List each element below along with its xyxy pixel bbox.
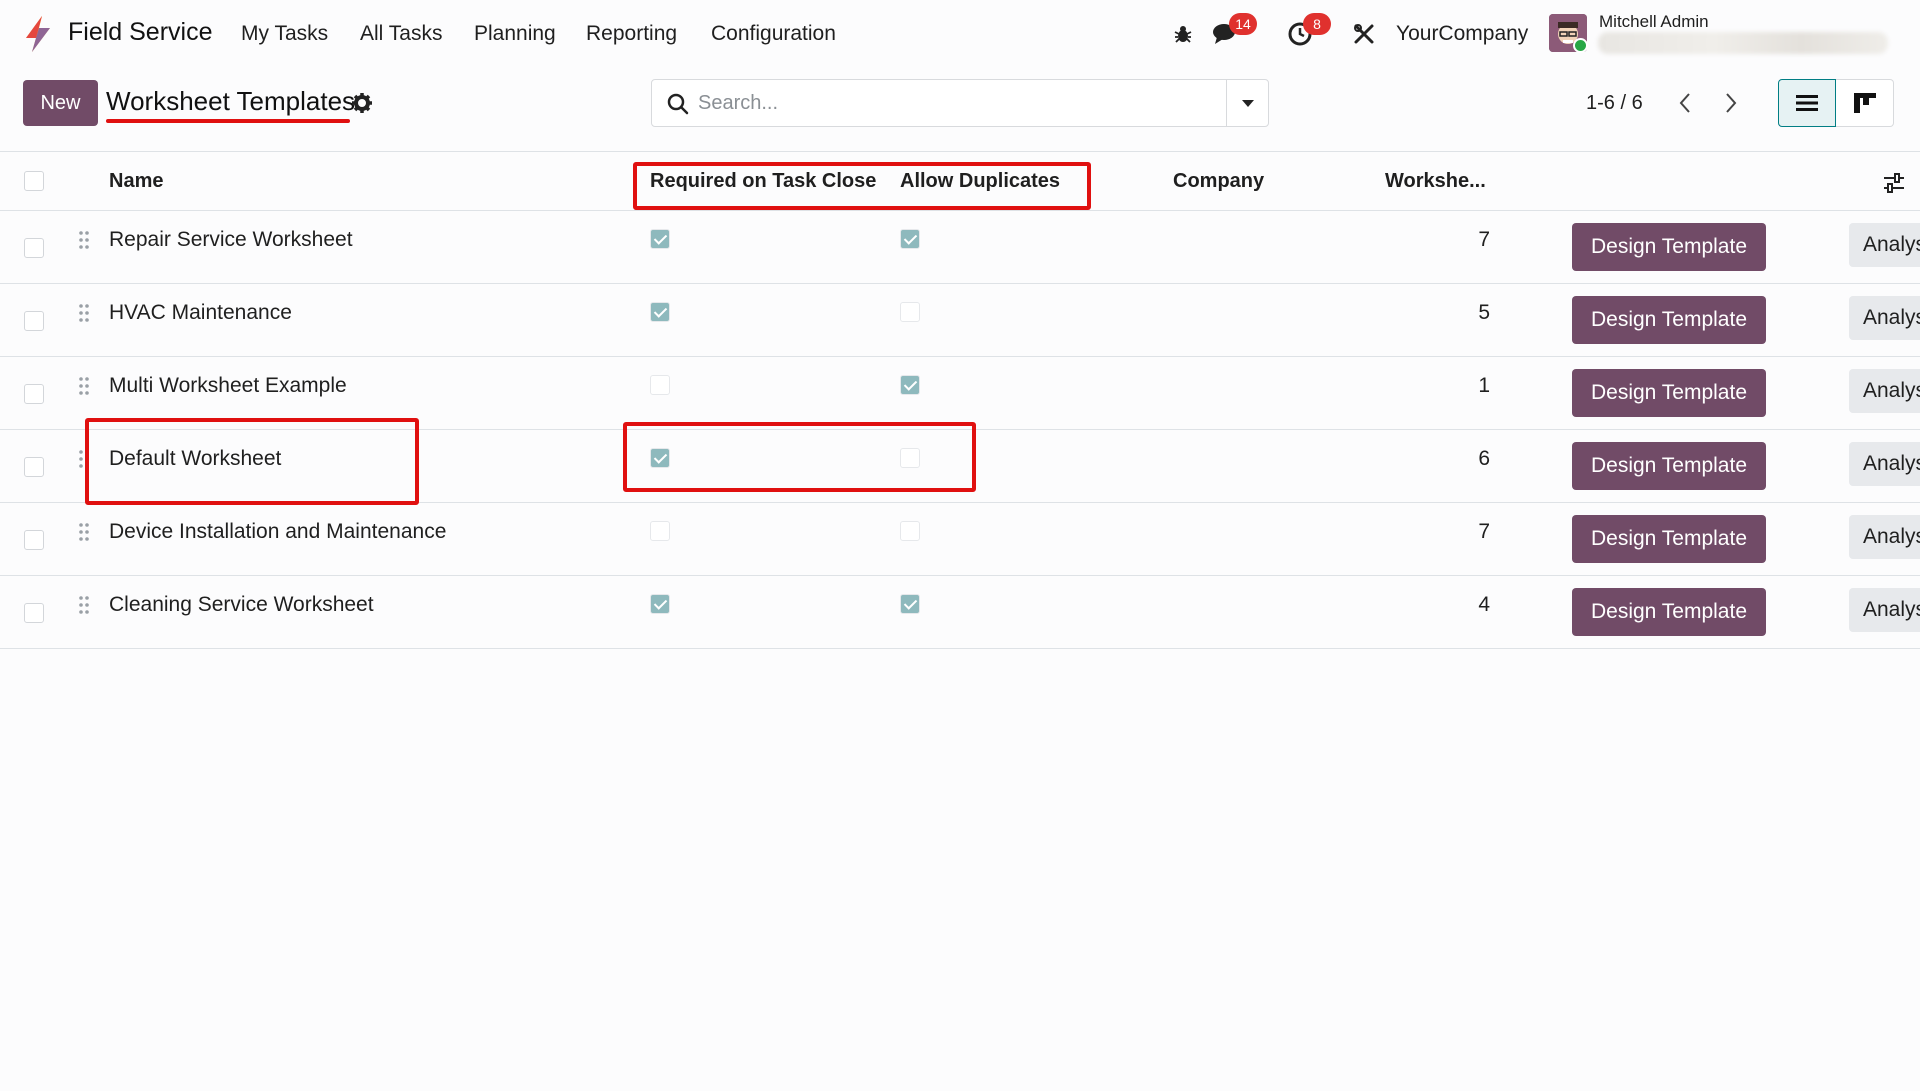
search-icon <box>667 93 689 115</box>
row-select-checkbox[interactable] <box>24 311 44 331</box>
worksheet-name[interactable]: Default Worksheet <box>109 447 281 471</box>
tools-icon[interactable] <box>1349 19 1379 49</box>
allow-duplicates-checkbox[interactable] <box>900 302 920 322</box>
row-select-checkbox[interactable] <box>24 238 44 258</box>
required-on-task-close-checkbox[interactable] <box>650 594 670 614</box>
search-options-toggle[interactable] <box>1226 80 1268 126</box>
allow-duplicates-checkbox[interactable] <box>900 448 920 468</box>
row-select-checkbox[interactable] <box>24 384 44 404</box>
search-input[interactable] <box>698 80 1198 126</box>
pager-next-button[interactable] <box>1717 88 1745 118</box>
menu-configuration[interactable]: Configuration <box>711 22 836 46</box>
required-on-task-close-checkbox[interactable] <box>650 375 670 395</box>
design-template-button[interactable]: Design Template <box>1572 588 1766 636</box>
drag-handle-icon[interactable] <box>78 449 90 469</box>
row-select-checkbox[interactable] <box>24 530 44 550</box>
optional-columns-icon[interactable] <box>1882 172 1906 194</box>
design-template-button[interactable]: Design Template <box>1572 223 1766 271</box>
top-navbar: Field Service My Tasks All Tasks Plannin… <box>0 0 1920 68</box>
redacted-database-name <box>1598 32 1888 54</box>
worksheet-count: 7 <box>1478 520 1490 543</box>
page-title[interactable]: Worksheet Templates <box>106 86 355 117</box>
new-button[interactable]: New <box>23 80 98 126</box>
row-select-checkbox[interactable] <box>24 457 44 477</box>
analysis-button[interactable]: Analysis <box>1849 296 1920 340</box>
kanban-view-button[interactable] <box>1836 79 1894 127</box>
menu-planning[interactable]: Planning <box>474 22 556 46</box>
list-header: Name Required on Task Close Allow Duplic… <box>0 151 1920 211</box>
worksheet-name[interactable]: Device Installation and Maintenance <box>109 520 446 544</box>
table-row[interactable]: Multi Worksheet Example 1 Design Templat… <box>0 357 1920 430</box>
field-service-logo-icon[interactable] <box>22 14 54 54</box>
table-row[interactable]: Default Worksheet 6 Design Template Anal… <box>0 430 1920 503</box>
allow-duplicates-checkbox[interactable] <box>900 594 920 614</box>
chat-icon[interactable]: 14 <box>1211 13 1257 49</box>
design-template-button[interactable]: Design Template <box>1572 369 1766 417</box>
design-template-button[interactable]: Design Template <box>1572 442 1766 490</box>
presence-indicator <box>1573 38 1588 53</box>
list-view-button[interactable] <box>1778 79 1836 127</box>
drag-handle-icon[interactable] <box>78 376 90 396</box>
company-switcher[interactable]: YourCompany <box>1396 22 1528 46</box>
pager-previous-button[interactable] <box>1671 88 1699 118</box>
analysis-button[interactable]: Analysis <box>1849 442 1920 486</box>
analysis-button[interactable]: Analysis <box>1849 223 1920 267</box>
app-name[interactable]: Field Service <box>68 18 213 47</box>
column-worksheets[interactable]: Workshe... <box>1385 170 1486 193</box>
required-on-task-close-checkbox[interactable] <box>650 229 670 249</box>
worksheet-name[interactable]: Multi Worksheet Example <box>109 374 347 398</box>
table-row[interactable]: Device Installation and Maintenance 7 De… <box>0 503 1920 576</box>
drag-handle-icon[interactable] <box>78 230 90 250</box>
user-name[interactable]: Mitchell Admin <box>1599 12 1709 32</box>
column-allow-duplicates[interactable]: Allow Duplicates <box>900 170 1060 193</box>
table-row[interactable]: Cleaning Service Worksheet 4 Design Temp… <box>0 576 1920 649</box>
worksheet-name[interactable]: HVAC Maintenance <box>109 301 292 325</box>
allow-duplicates-checkbox[interactable] <box>900 521 920 541</box>
worksheet-count: 7 <box>1478 228 1490 251</box>
table-row[interactable]: HVAC Maintenance 5 Design Template Analy… <box>0 284 1920 357</box>
worksheet-count: 4 <box>1478 593 1490 616</box>
worksheet-count: 6 <box>1478 447 1490 470</box>
search-bar <box>651 79 1269 127</box>
gear-icon[interactable] <box>351 92 373 114</box>
allow-duplicates-checkbox[interactable] <box>900 375 920 395</box>
drag-handle-icon[interactable] <box>78 303 90 323</box>
worksheet-count: 1 <box>1478 374 1490 397</box>
kanban-icon <box>1853 93 1876 113</box>
worksheet-name[interactable]: Cleaning Service Worksheet <box>109 593 374 617</box>
required-on-task-close-checkbox[interactable] <box>650 521 670 541</box>
analysis-button[interactable]: Analysis <box>1849 588 1920 632</box>
column-required-on-task-close[interactable]: Required on Task Close <box>650 170 876 193</box>
worksheet-name[interactable]: Repair Service Worksheet <box>109 228 353 252</box>
debug-bug-icon[interactable] <box>1168 19 1198 49</box>
column-name[interactable]: Name <box>109 170 163 193</box>
list-icon <box>1796 95 1818 111</box>
allow-duplicates-checkbox[interactable] <box>900 229 920 249</box>
chevron-left-icon <box>1679 93 1690 113</box>
caret-down-icon <box>1241 100 1254 107</box>
worksheet-count: 5 <box>1478 301 1490 324</box>
analysis-button[interactable]: Analysis <box>1849 515 1920 559</box>
messages-badge: 14 <box>1229 13 1257 35</box>
chevron-right-icon <box>1726 93 1737 113</box>
analysis-button[interactable]: Analysis <box>1849 369 1920 413</box>
design-template-button[interactable]: Design Template <box>1572 515 1766 563</box>
row-select-checkbox[interactable] <box>24 603 44 623</box>
column-company[interactable]: Company <box>1173 170 1264 193</box>
design-template-button[interactable]: Design Template <box>1572 296 1766 344</box>
menu-my-tasks[interactable]: My Tasks <box>241 22 328 46</box>
menu-all-tasks[interactable]: All Tasks <box>360 22 442 46</box>
select-all-checkbox[interactable] <box>24 171 44 191</box>
drag-handle-icon[interactable] <box>78 522 90 542</box>
required-on-task-close-checkbox[interactable] <box>650 448 670 468</box>
clock-icon[interactable]: 8 <box>1285 13 1331 49</box>
activities-badge: 8 <box>1303 13 1331 35</box>
required-on-task-close-checkbox[interactable] <box>650 302 670 322</box>
table-row[interactable]: Repair Service Worksheet 7 Design Templa… <box>0 211 1920 284</box>
pager-value[interactable]: 1-6 / 6 <box>1586 92 1643 115</box>
menu-reporting[interactable]: Reporting <box>586 22 677 46</box>
annotation-underline <box>106 119 350 123</box>
drag-handle-icon[interactable] <box>78 595 90 615</box>
